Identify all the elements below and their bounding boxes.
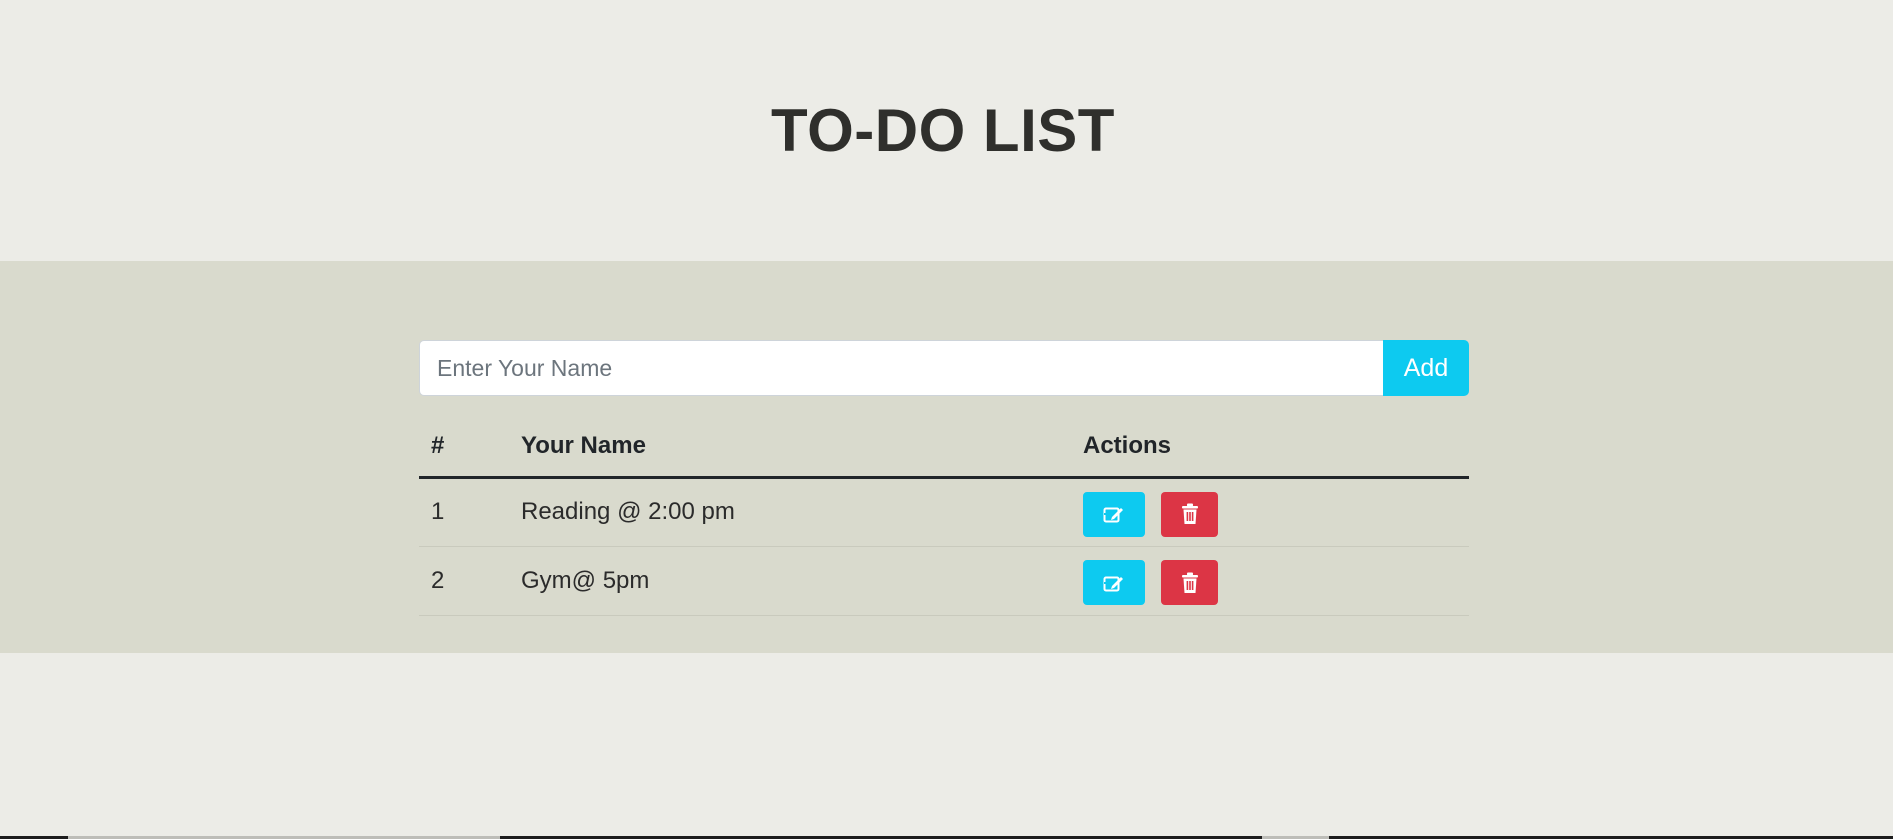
- edit-icon: [1103, 504, 1125, 524]
- delete-button[interactable]: [1161, 560, 1218, 605]
- table-header-row: # Your Name Actions: [419, 416, 1469, 479]
- todo-container: Add # Your Name Actions 1 Reading @ 2:00…: [419, 340, 1469, 616]
- table-row: 2 Gym@ 5pm: [419, 546, 1469, 616]
- row-task-name: Gym@ 5pm: [509, 546, 1071, 616]
- column-header-number: #: [419, 416, 509, 479]
- row-actions: [1071, 546, 1469, 616]
- delete-button[interactable]: [1161, 491, 1218, 537]
- add-button[interactable]: Add: [1383, 340, 1469, 396]
- column-header-name: Your Name: [509, 416, 1071, 479]
- column-header-actions: Actions: [1071, 416, 1469, 479]
- trash-icon: [1181, 503, 1199, 525]
- header: TO-DO LIST: [0, 0, 1893, 261]
- edit-icon: [1103, 573, 1125, 593]
- page: TO-DO LIST Add # Your Name Actions 1 Rea…: [0, 0, 1893, 839]
- page-title: TO-DO LIST: [771, 97, 1115, 164]
- row-number: 2: [419, 546, 509, 616]
- edit-button[interactable]: [1083, 560, 1145, 605]
- row-number: 1: [419, 477, 509, 547]
- trash-icon: [1181, 572, 1199, 594]
- task-name-input[interactable]: [419, 340, 1383, 396]
- row-task-name: Reading @ 2:00 pm: [509, 477, 1071, 547]
- row-actions: [1071, 477, 1469, 547]
- todo-table: # Your Name Actions 1 Reading @ 2:00 pm: [419, 416, 1469, 616]
- table-row: 1 Reading @ 2:00 pm: [419, 477, 1469, 547]
- edit-button[interactable]: [1083, 491, 1145, 537]
- add-task-form: Add: [419, 340, 1469, 396]
